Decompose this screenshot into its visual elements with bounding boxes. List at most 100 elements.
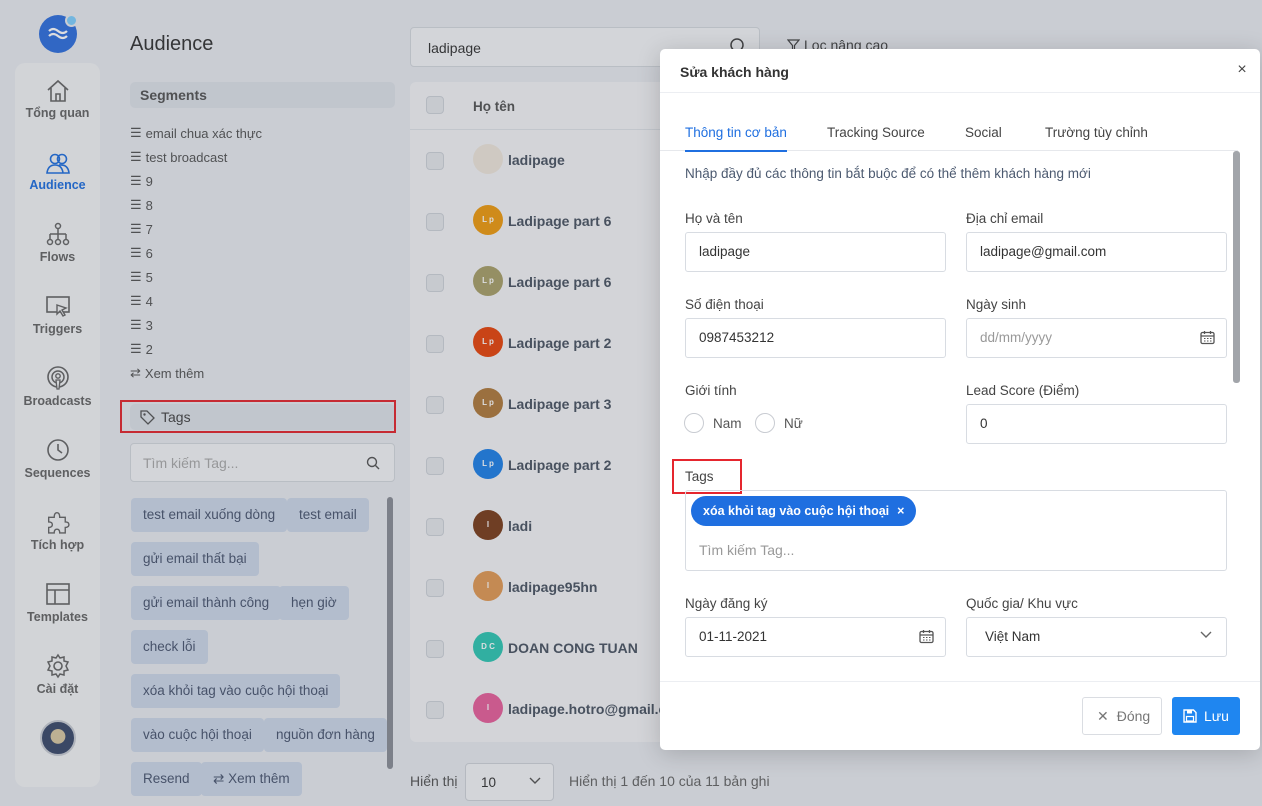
table-row[interactable]: l ladipage95hn [410, 557, 670, 618]
segment-item[interactable]: ☰ 6 [130, 241, 262, 265]
segment-item[interactable]: ☰ email chua xác thực [130, 121, 262, 145]
close-button[interactable]: ✕ Đóng [1082, 697, 1162, 735]
sidebar-item-label: Flows [39, 250, 76, 264]
table-row[interactable]: L p Ladipage part 3 [410, 374, 670, 435]
phone-input[interactable]: 0987453212 [685, 318, 946, 358]
row-checkbox[interactable] [426, 579, 444, 597]
tags-see-more[interactable]: ⇄ Xem thêm [201, 762, 302, 796]
sidebar-item-integrations[interactable]: Tích hợp [15, 509, 100, 573]
row-checkbox[interactable] [426, 335, 444, 353]
tag-chip[interactable]: Resend [131, 762, 202, 796]
customer-name[interactable]: DOAN CONG TUAN [508, 640, 638, 656]
user-avatar[interactable] [40, 720, 76, 756]
sidebar-item-label: Audience [29, 178, 86, 192]
avatar: L p [473, 388, 503, 418]
list-icon: ☰ [130, 293, 142, 308]
customer-name[interactable]: Ladipage part 3 [508, 396, 611, 412]
close-icon[interactable]: × [1234, 62, 1250, 78]
row-checkbox[interactable] [426, 701, 444, 719]
row-checkbox[interactable] [426, 457, 444, 475]
tag-chip[interactable]: gửi email thành công [131, 586, 282, 620]
tag-chip[interactable]: check lỗi [131, 630, 208, 664]
segment-item[interactable]: ☰ 7 [130, 217, 262, 241]
customer-name[interactable]: Ladipage part 2 [508, 335, 611, 351]
page-size-select[interactable]: 10 [465, 763, 554, 801]
pagination-info: Hiển thị 1 đến 10 của 11 bản ghi [569, 773, 770, 789]
gender-female-radio[interactable] [755, 413, 775, 433]
chevron-down-icon [529, 777, 541, 784]
modal-scrollbar[interactable] [1233, 151, 1240, 383]
segment-item[interactable]: ☰ 2 [130, 337, 262, 361]
row-checkbox[interactable] [426, 640, 444, 658]
name-input[interactable]: ladipage [685, 232, 946, 272]
row-checkbox[interactable] [426, 518, 444, 536]
selected-tag[interactable]: xóa khỏi tag vào cuộc hội thoại × [691, 496, 917, 526]
tag-search-input[interactable]: Tìm kiếm Tag... [699, 542, 794, 558]
tab-tracking-source[interactable]: Tracking Source [827, 125, 925, 140]
tag-chip[interactable]: test email xuống dòng [131, 498, 288, 532]
trigger-icon [45, 296, 70, 317]
app-logo[interactable] [39, 14, 78, 53]
registration-date-input[interactable]: 01-11-2021 [685, 617, 946, 657]
table-row[interactable]: L p Ladipage part 6 [410, 252, 670, 313]
tag-chip[interactable]: nguồn đơn hàng [264, 718, 387, 752]
sidebar-item-audience[interactable]: Audience [15, 149, 100, 213]
table-row[interactable]: ladipage [410, 130, 670, 191]
table-row[interactable]: l ladipage.hotro@gmail.co [410, 679, 670, 740]
customer-name[interactable]: ladipage95hn [508, 579, 597, 595]
tab-basic-info[interactable]: Thông tin cơ bản [685, 125, 787, 152]
customer-name[interactable]: Ladipage part 6 [508, 274, 611, 290]
calendar-icon [1200, 331, 1215, 345]
table-row[interactable]: L p Ladipage part 2 [410, 313, 670, 374]
segment-item[interactable]: ☰ 5 [130, 265, 262, 289]
tag-chip[interactable]: vào cuộc hội thoại [131, 718, 264, 752]
table-row[interactable]: l ladi [410, 496, 670, 557]
highlight-box-tags-label [672, 459, 742, 494]
table-row[interactable]: D C DOAN CONG TUAN [410, 618, 670, 679]
email-input[interactable]: ladipage@gmail.com [966, 232, 1227, 272]
sidebar-item-label: Broadcasts [23, 394, 92, 408]
segment-item[interactable]: ☰ test broadcast [130, 145, 262, 169]
table-row[interactable]: L p Ladipage part 2 [410, 435, 670, 496]
lead-score-input[interactable]: 0 [966, 404, 1227, 444]
tags-multiselect[interactable]: xóa khỏi tag vào cuộc hội thoại × Tìm ki… [685, 490, 1227, 571]
customer-name[interactable]: ladipage.hotro@gmail.co [508, 701, 670, 717]
segments-see-more[interactable]: ⇄ Xem thêm [130, 361, 262, 385]
row-checkbox[interactable] [426, 396, 444, 414]
tag-list-scrollbar[interactable] [387, 497, 393, 769]
sidebar-item-triggers[interactable]: Triggers [15, 293, 100, 357]
save-button[interactable]: Lưu [1172, 697, 1240, 735]
segment-item[interactable]: ☰ 3 [130, 313, 262, 337]
tag-chip[interactable]: test email [287, 498, 369, 532]
table-row[interactable]: L p Ladipage part 6 [410, 191, 670, 252]
gender-male-radio[interactable] [684, 413, 704, 433]
tab-social[interactable]: Social [965, 125, 1002, 140]
tag-chip[interactable]: hẹn giờ [279, 586, 349, 620]
row-checkbox[interactable] [426, 213, 444, 231]
tab-custom-fields[interactable]: Trường tùy chỉnh [1045, 125, 1148, 140]
sidebar-item-flows[interactable]: Flows [15, 221, 100, 285]
remove-tag-icon[interactable]: × [897, 496, 904, 526]
sidebar-item-templates[interactable]: Templates [15, 581, 100, 645]
sidebar-item-broadcasts[interactable]: Broadcasts [15, 365, 100, 429]
customer-name[interactable]: ladi [508, 518, 532, 534]
sidebar-item-sequences[interactable]: Sequences [15, 437, 100, 501]
sidebar-item-overview[interactable]: Tổng quan [15, 77, 100, 141]
tag-chip[interactable]: gửi email thất bại [131, 542, 259, 576]
tag-search-input[interactable]: Tìm kiếm Tag... [130, 443, 395, 482]
tag-chip[interactable]: xóa khỏi tag vào cuộc hội thoại [131, 674, 341, 708]
row-checkbox[interactable] [426, 152, 444, 170]
list-icon: ☰ [130, 341, 142, 356]
customer-name[interactable]: Ladipage part 2 [508, 457, 611, 473]
customer-name[interactable]: ladipage [508, 152, 565, 168]
row-checkbox[interactable] [426, 274, 444, 292]
divider [660, 92, 1260, 93]
segment-item[interactable]: ☰ 8 [130, 193, 262, 217]
customer-name[interactable]: Ladipage part 6 [508, 213, 611, 229]
sidebar-item-settings[interactable]: Cài đặt [15, 653, 100, 717]
country-select[interactable]: Việt Nam [966, 617, 1227, 657]
segment-item[interactable]: ☰ 4 [130, 289, 262, 313]
dob-input[interactable]: dd/mm/yyyy [966, 318, 1227, 358]
select-all-checkbox[interactable] [426, 96, 444, 114]
segment-item[interactable]: ☰ 9 [130, 169, 262, 193]
